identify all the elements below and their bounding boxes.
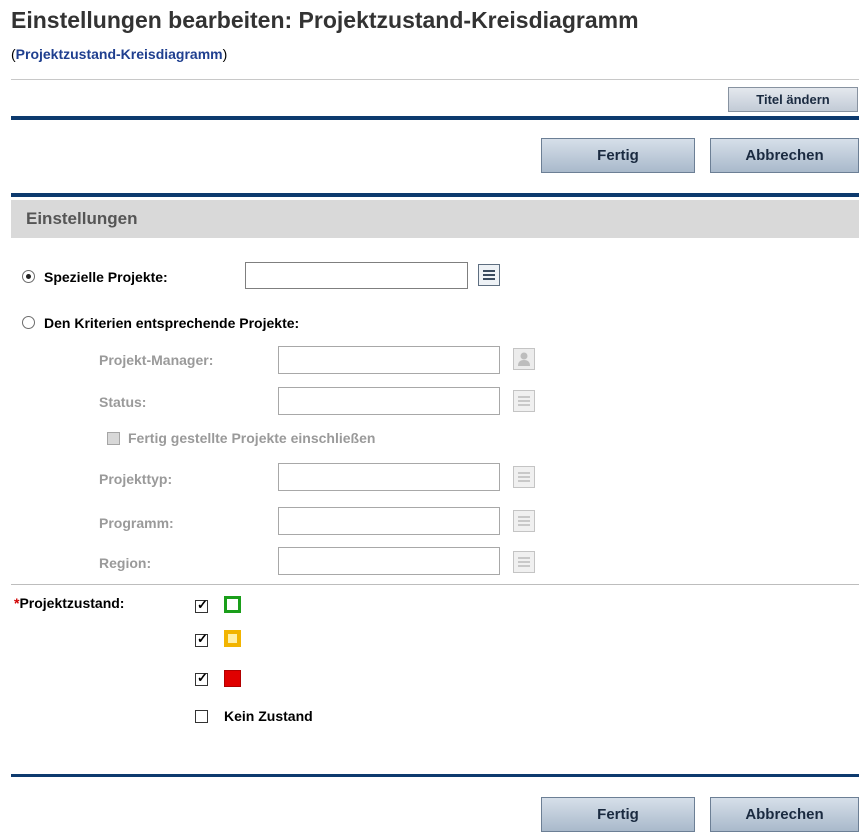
cancel-button-bottom[interactable]: Abbrechen xyxy=(710,797,859,832)
check-mark-icon: ✓ xyxy=(197,631,208,646)
top-divider xyxy=(11,116,859,120)
region-label: Region: xyxy=(99,555,152,571)
check-mark-icon: ✓ xyxy=(197,670,208,685)
green-health-icon xyxy=(224,596,241,613)
list-picker-icon[interactable] xyxy=(513,551,535,573)
divider xyxy=(11,584,859,585)
criteria-projects-label: Den Kriterien entsprechende Projekte: xyxy=(44,315,300,331)
section-divider xyxy=(11,193,859,197)
project-type-label: Projekttyp: xyxy=(99,471,173,487)
change-title-button[interactable]: Titel ändern xyxy=(728,87,858,112)
red-health-icon xyxy=(224,670,241,687)
include-completed-label: Fertig gestellte Projekte einschließen xyxy=(128,430,376,446)
project-health-label-text: Projektzustand: xyxy=(19,595,125,611)
health-red-checkbox[interactable]: ✓ xyxy=(195,670,208,686)
specific-projects-radio[interactable] xyxy=(22,270,35,283)
section-header: Einstellungen xyxy=(11,200,859,238)
project-health-label: *Projektzustand: xyxy=(14,595,124,611)
done-button-bottom[interactable]: Fertig xyxy=(541,797,695,832)
program-input[interactable] xyxy=(278,507,500,535)
program-label: Programm: xyxy=(99,515,174,531)
status-input[interactable] xyxy=(278,387,500,415)
list-picker-icon[interactable] xyxy=(478,264,500,286)
page-title: Einstellungen bearbeiten: Projektzustand… xyxy=(11,7,639,33)
done-button-top[interactable]: Fertig xyxy=(541,138,695,173)
portlet-name-link[interactable]: Projektzustand-Kreisdiagramm xyxy=(16,46,223,62)
status-label: Status: xyxy=(99,394,147,410)
specific-projects-input[interactable] xyxy=(245,262,468,289)
health-yellow-checkbox[interactable]: ✓ xyxy=(195,631,208,647)
include-completed-checkbox[interactable] xyxy=(107,432,120,445)
specific-projects-label: Spezielle Projekte: xyxy=(44,269,168,285)
no-health-label: Kein Zustand xyxy=(224,708,313,724)
region-input[interactable] xyxy=(278,547,500,575)
list-picker-icon[interactable] xyxy=(513,390,535,412)
project-manager-label: Projekt-Manager: xyxy=(99,352,214,368)
project-manager-input[interactable] xyxy=(278,346,500,374)
list-picker-icon[interactable] xyxy=(513,466,535,488)
page-subtitle: (Projektzustand-Kreisdiagramm) xyxy=(11,46,227,62)
check-mark-icon: ✓ xyxy=(197,597,208,612)
bottom-divider xyxy=(11,774,859,777)
yellow-health-icon xyxy=(224,630,241,647)
list-picker-icon[interactable] xyxy=(513,510,535,532)
health-green-checkbox[interactable]: ✓ xyxy=(195,597,208,613)
cancel-button-top[interactable]: Abbrechen xyxy=(710,138,859,173)
subtitle-close-paren: ) xyxy=(222,46,228,62)
user-picker-icon[interactable] xyxy=(513,348,535,370)
project-type-input[interactable] xyxy=(278,463,500,491)
criteria-projects-radio[interactable] xyxy=(22,316,35,329)
divider xyxy=(11,79,859,80)
no-health-checkbox[interactable] xyxy=(195,710,208,723)
